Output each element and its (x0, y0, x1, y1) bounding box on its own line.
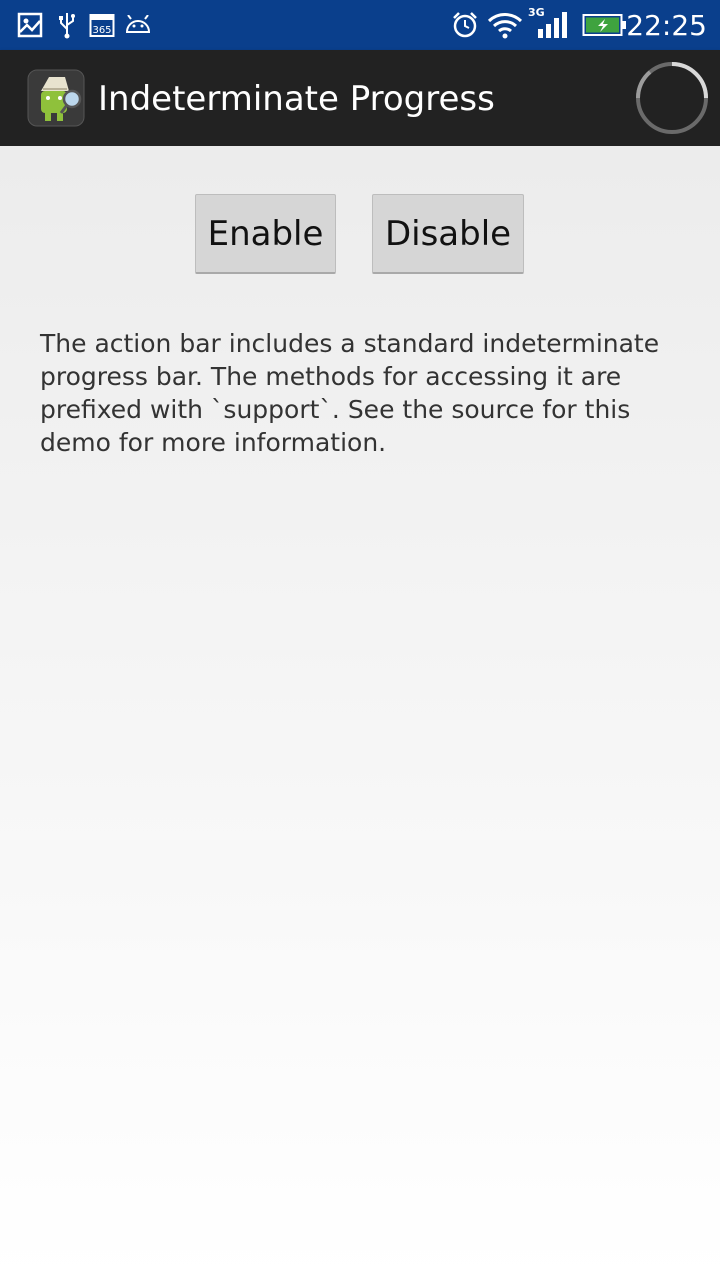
enable-button[interactable]: Enable (195, 194, 336, 274)
status-bar: 365 3G 22:25 (0, 0, 720, 50)
usb-icon (56, 10, 78, 40)
wifi-icon (487, 10, 523, 40)
alarm-icon (451, 10, 479, 40)
action-bar: Indeterminate Progress (0, 50, 720, 146)
signal-icon (536, 10, 568, 40)
android-icon (124, 10, 152, 40)
clock-time: 22:25 (626, 9, 707, 42)
description-text: The action bar includes a standard indet… (40, 329, 660, 457)
page-title: Indeterminate Progress (98, 79, 495, 119)
app-logo-icon[interactable] (27, 69, 85, 127)
battery-charging-icon (582, 10, 628, 40)
calendar-icon: 365 (89, 10, 115, 40)
disable-button[interactable]: Disable (372, 194, 524, 274)
svg-text:365: 365 (92, 25, 111, 36)
image-icon (16, 10, 44, 40)
spinner-icon (634, 60, 710, 136)
main-content: Enable Disable The action bar includes a… (0, 146, 720, 1280)
